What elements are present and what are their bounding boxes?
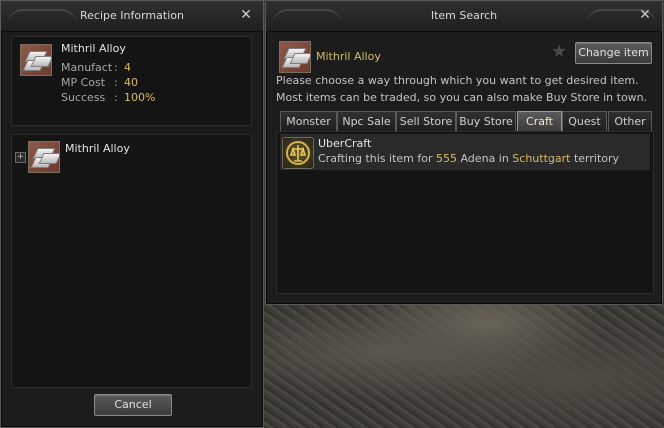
stat-sep: :	[114, 91, 118, 104]
tab-other[interactable]: Other	[608, 111, 652, 132]
recipe-item-name: Mithril Alloy	[61, 42, 126, 55]
recipe-window-title: Recipe Information	[80, 9, 184, 22]
result-desc-prefix: Crafting this item for	[318, 152, 436, 165]
stat-value-manufact: 4	[124, 61, 131, 74]
result-description: Crafting this item for 555 Adena in Schu…	[318, 152, 619, 165]
search-item-name: Mithril Alloy	[316, 50, 381, 63]
result-name: UberCraft	[318, 137, 372, 150]
stat-value-success: 100%	[124, 91, 156, 104]
stat-sep: :	[114, 76, 118, 89]
titlebar-ornament	[272, 9, 342, 25]
stat-label-success: Success	[61, 91, 106, 104]
mithril-alloy-icon[interactable]	[28, 141, 60, 173]
close-icon[interactable]: ✕	[239, 8, 253, 22]
titlebar-ornament	[7, 9, 77, 25]
tab-monster[interactable]: Monster	[280, 111, 337, 132]
mithril-alloy-icon	[20, 44, 52, 76]
plus-icon[interactable]: +	[15, 152, 26, 163]
search-window-title: Item Search	[430, 9, 498, 22]
close-icon[interactable]: ✕	[638, 8, 652, 22]
stat-sep: :	[114, 61, 118, 74]
cancel-button[interactable]: Cancel	[94, 394, 172, 416]
stat-value-mp-cost: 40	[124, 76, 138, 89]
tab-craft[interactable]: Craft	[517, 111, 562, 132]
tab-quest[interactable]: Quest	[562, 111, 607, 132]
instruction-line-2: Most items can be traded, so you can als…	[276, 91, 648, 104]
craft-emblem-icon	[282, 137, 314, 169]
mithril-alloy-icon	[279, 41, 311, 73]
result-desc-mid: Adena in	[456, 152, 513, 165]
game-world-background	[264, 300, 664, 428]
change-item-button[interactable]: Change item	[575, 42, 652, 64]
result-desc-suffix: territory	[570, 152, 620, 165]
instruction-line-1: Please choose a way through which you wa…	[276, 74, 639, 87]
result-price: 555	[435, 152, 457, 165]
tab-sell-store[interactable]: Sell Store	[396, 111, 456, 132]
tree-item-name[interactable]: Mithril Alloy	[65, 142, 130, 155]
tab-buy-store[interactable]: Buy Store	[456, 111, 516, 132]
star-icon[interactable]: ★	[551, 43, 567, 61]
stat-label-mp-cost: MP Cost	[61, 76, 106, 89]
recipe-window-titlebar[interactable]: Recipe Information ✕	[1, 1, 263, 32]
tab-npc-sale[interactable]: Npc Sale	[337, 111, 396, 132]
result-town: Schuttgart	[512, 152, 571, 165]
search-window-titlebar[interactable]: Item Search ✕	[266, 1, 662, 32]
stat-label-manufact: Manufact	[61, 61, 113, 74]
